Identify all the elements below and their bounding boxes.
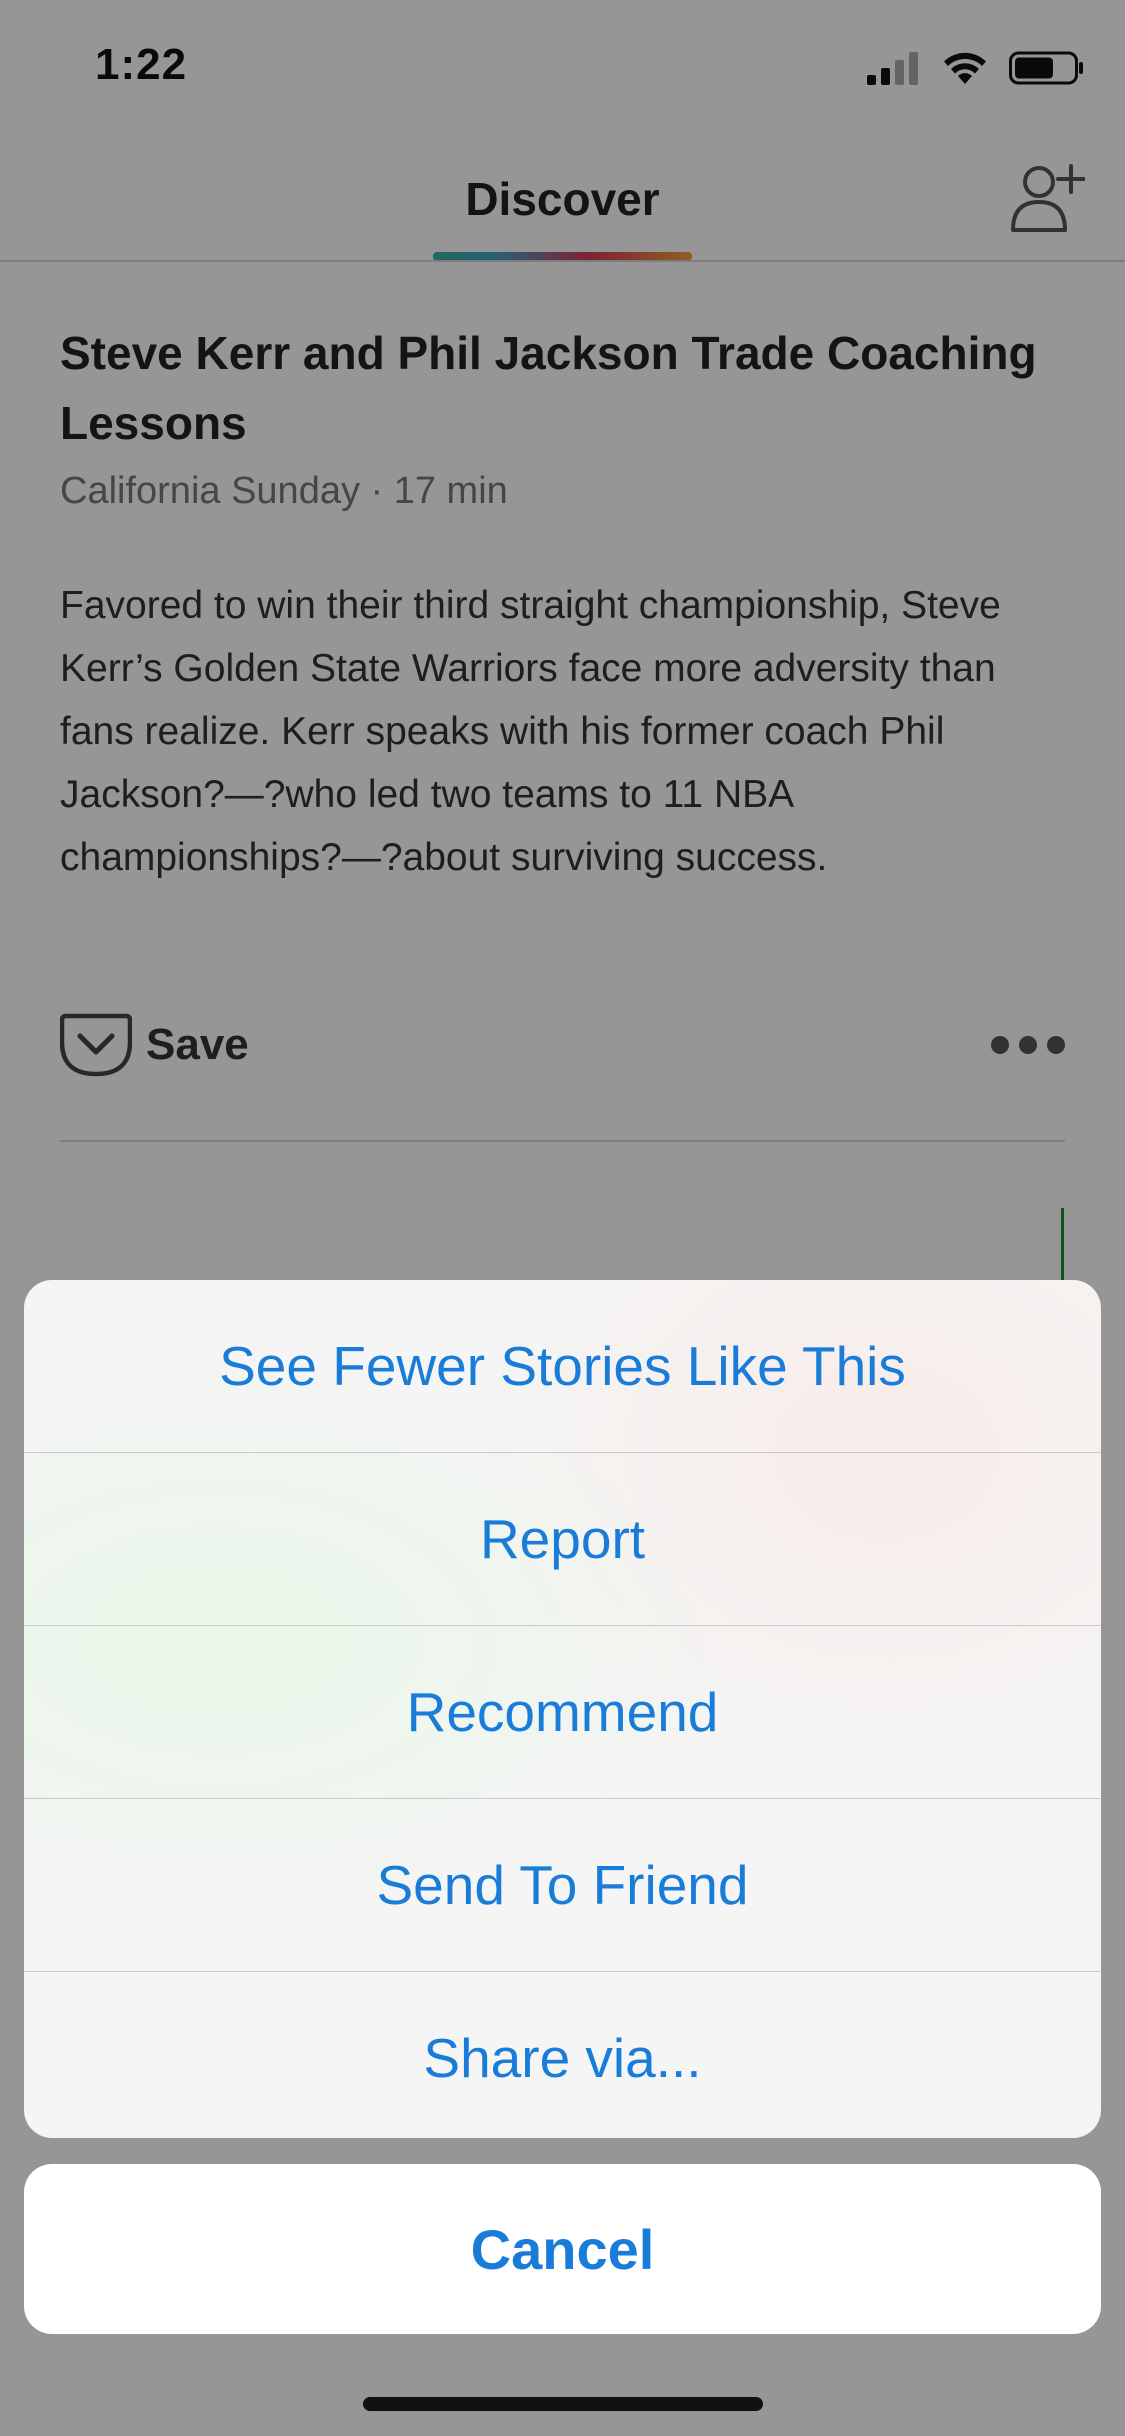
report-button[interactable]: Report (24, 1453, 1101, 1625)
share-via-button[interactable]: Share via... (24, 1972, 1101, 2138)
discover-screen: 1:22 Discover Steve Kerr and Phil Jackso… (0, 0, 1125, 2436)
action-sheet: See Fewer Stories Like This Report Recom… (24, 1280, 1101, 2138)
recommend-button[interactable]: Recommend (24, 1626, 1101, 1798)
home-indicator[interactable] (363, 2397, 763, 2411)
cancel-button[interactable]: Cancel (24, 2164, 1101, 2334)
send-to-friend-button[interactable]: Send To Friend (24, 1799, 1101, 1971)
see-fewer-stories-button[interactable]: See Fewer Stories Like This (24, 1280, 1101, 1452)
